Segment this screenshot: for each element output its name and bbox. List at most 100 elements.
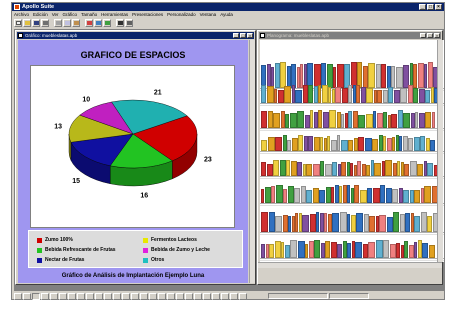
product-facing[interactable] bbox=[427, 163, 433, 176]
product-facing[interactable] bbox=[417, 63, 424, 88]
product-facing[interactable] bbox=[302, 215, 309, 232]
product-facing[interactable] bbox=[368, 63, 375, 88]
product-facing[interactable] bbox=[282, 135, 287, 151]
product-facing[interactable] bbox=[400, 88, 407, 103]
product-facing[interactable] bbox=[279, 160, 286, 176]
product-facing[interactable] bbox=[360, 87, 366, 103]
product-facing[interactable] bbox=[386, 138, 392, 151]
product-facing[interactable] bbox=[290, 240, 297, 258]
product-facing[interactable] bbox=[266, 64, 271, 88]
tool-button[interactable] bbox=[185, 292, 193, 300]
product-facing[interactable] bbox=[431, 112, 435, 128]
product-facing[interactable] bbox=[409, 190, 414, 203]
menu-personalizado[interactable]: Personalizado bbox=[167, 11, 196, 18]
product-facing[interactable] bbox=[355, 242, 362, 258]
product-facing[interactable] bbox=[393, 212, 399, 232]
product-facing[interactable] bbox=[275, 216, 282, 232]
product-facing[interactable] bbox=[392, 163, 397, 176]
copy-button[interactable] bbox=[63, 18, 71, 27]
product-facing[interactable] bbox=[309, 214, 316, 232]
open-folder-button[interactable] bbox=[23, 18, 31, 27]
product-facing[interactable] bbox=[313, 137, 320, 151]
product-facing[interactable] bbox=[366, 88, 373, 103]
product-facing[interactable] bbox=[403, 113, 410, 128]
product-facing[interactable] bbox=[287, 140, 291, 151]
help-icon[interactable] bbox=[116, 18, 124, 27]
product-facing[interactable] bbox=[359, 190, 367, 203]
product-facing[interactable] bbox=[290, 161, 297, 176]
product-facing[interactable] bbox=[319, 213, 324, 232]
product-facing[interactable] bbox=[308, 136, 313, 151]
product-facing[interactable] bbox=[348, 111, 352, 128]
minimize-button[interactable]: _ bbox=[419, 4, 426, 10]
product-facing[interactable] bbox=[398, 188, 403, 203]
maximize-button[interactable]: □ bbox=[427, 4, 434, 10]
product-facing[interactable] bbox=[391, 114, 397, 128]
app-title-bar[interactable]: Apollo Suite _ □ × bbox=[12, 3, 444, 11]
product-facing[interactable] bbox=[274, 63, 280, 88]
select-tool-button[interactable] bbox=[32, 292, 40, 300]
menu-herramientas[interactable]: Herramientas bbox=[101, 11, 128, 18]
tool-button[interactable] bbox=[77, 292, 85, 300]
product-facing[interactable] bbox=[289, 113, 297, 128]
product-facing[interactable] bbox=[376, 113, 383, 128]
tool-button[interactable] bbox=[212, 292, 220, 300]
product-facing[interactable] bbox=[327, 214, 332, 232]
menu-tamano[interactable]: Tamaño bbox=[81, 11, 97, 18]
product-facing[interactable] bbox=[374, 163, 381, 176]
product-facing[interactable] bbox=[350, 215, 356, 232]
product-facing[interactable] bbox=[372, 139, 378, 151]
product-facing[interactable] bbox=[336, 64, 344, 88]
product-facing[interactable] bbox=[291, 138, 298, 151]
product-facing[interactable] bbox=[314, 240, 320, 258]
tool-button[interactable] bbox=[113, 292, 121, 300]
product-facing[interactable] bbox=[392, 189, 398, 203]
menu-ventana[interactable]: Ventana bbox=[200, 11, 217, 18]
tool-button[interactable] bbox=[104, 292, 112, 300]
product-facing[interactable] bbox=[425, 112, 431, 128]
product-facing[interactable] bbox=[413, 88, 418, 103]
product-facing[interactable] bbox=[403, 190, 409, 203]
menu-presentaciones[interactable]: Presentaciones bbox=[132, 11, 163, 18]
product-facing[interactable] bbox=[325, 241, 330, 258]
product-facing[interactable] bbox=[342, 241, 347, 258]
product-facing[interactable] bbox=[381, 64, 386, 88]
product-facing[interactable] bbox=[330, 140, 337, 151]
product-facing[interactable] bbox=[372, 188, 380, 203]
product-facing[interactable] bbox=[266, 86, 274, 103]
product-facing[interactable] bbox=[282, 215, 288, 232]
product-facing[interactable] bbox=[383, 112, 387, 128]
product-facing[interactable] bbox=[408, 245, 414, 258]
product-facing[interactable] bbox=[330, 242, 337, 258]
planogram-horizontal-scrollbar[interactable] bbox=[258, 262, 442, 268]
product-facing[interactable] bbox=[312, 188, 319, 203]
product-facing[interactable] bbox=[341, 88, 348, 103]
product-facing[interactable] bbox=[352, 111, 358, 128]
product-facing[interactable] bbox=[408, 138, 413, 151]
product-facing[interactable] bbox=[380, 185, 385, 203]
product-facing[interactable] bbox=[280, 62, 286, 88]
tool-button[interactable] bbox=[158, 292, 166, 300]
tool-button[interactable] bbox=[122, 292, 130, 300]
product-facing[interactable] bbox=[308, 241, 314, 258]
product-facing[interactable] bbox=[358, 137, 364, 151]
planogram-minimize-button[interactable]: _ bbox=[420, 33, 426, 38]
product-facing[interactable] bbox=[306, 164, 312, 176]
product-facing[interactable] bbox=[302, 85, 308, 103]
chart-close-button[interactable]: × bbox=[247, 33, 253, 38]
product-facing[interactable] bbox=[313, 86, 318, 103]
planogram-vertical-scrollbar[interactable] bbox=[437, 40, 443, 262]
product-facing[interactable] bbox=[357, 161, 361, 176]
product-facing[interactable] bbox=[366, 165, 370, 176]
product-facing[interactable] bbox=[375, 64, 381, 88]
product-facing[interactable] bbox=[413, 137, 420, 151]
product-facing[interactable] bbox=[391, 66, 395, 88]
product-facing[interactable] bbox=[308, 85, 313, 103]
menu-grafico[interactable]: Gráfico bbox=[63, 11, 78, 18]
product-facing[interactable] bbox=[304, 115, 310, 128]
product-facing[interactable] bbox=[397, 110, 403, 128]
product-facing[interactable] bbox=[356, 213, 363, 232]
product-facing[interactable] bbox=[261, 212, 268, 232]
product-facing[interactable] bbox=[286, 160, 290, 176]
close-button[interactable]: × bbox=[435, 4, 442, 10]
